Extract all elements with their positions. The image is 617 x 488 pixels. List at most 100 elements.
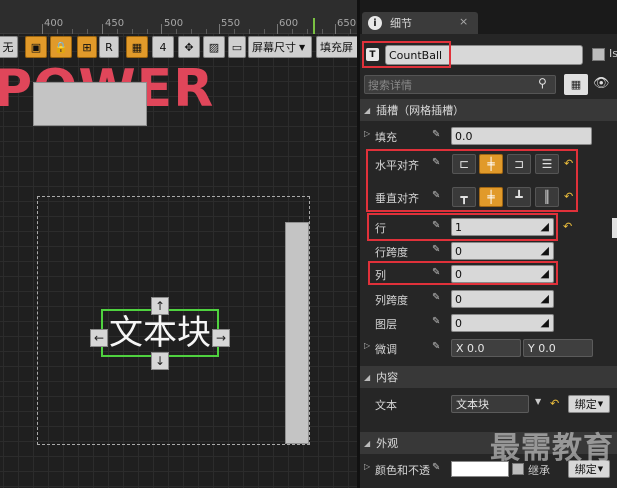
column-input[interactable]: 0 ◢ <box>451 265 554 283</box>
padding-value: 0.0 <box>455 129 473 143</box>
column-span-label: 列跨度 <box>375 294 408 307</box>
reset-to-default-icon[interactable]: ↶ <box>550 397 559 410</box>
nudge-x-input[interactable]: X 0.0 <box>451 339 521 357</box>
vertical-alignment-row: 垂直对齐 ✎ ┳ ╪ ┻ ║ ↶ <box>360 185 617 209</box>
fill-screen-label: 填充屏 <box>320 41 353 54</box>
padding-input[interactable]: 0.0 <box>451 127 592 145</box>
layer-input[interactable]: 0 ◢ <box>451 314 554 332</box>
bind-label: 绑定 <box>574 398 597 411</box>
text-label: 文本 <box>375 399 397 412</box>
property-binding-icon[interactable]: ✎ <box>432 129 440 140</box>
gray-button-widget[interactable] <box>33 82 147 126</box>
lock-icon[interactable]: 🔒 <box>50 36 72 58</box>
r-button[interactable]: R <box>99 36 119 58</box>
ruler-tick-label: 600 <box>279 18 299 29</box>
property-binding-icon[interactable]: ✎ <box>432 267 440 278</box>
is-variable-checkbox[interactable] <box>592 48 605 61</box>
property-binding-icon[interactable]: ✎ <box>432 341 440 352</box>
collapse-triangle-icon: ◢ <box>364 372 371 382</box>
designer-viewport[interactable]: 400 450 500 550 600 650 无 ▣ 🔒 ⊞ R ▦ 4 ✥ … <box>0 0 357 488</box>
ruler-tick-label: 450 <box>105 18 125 29</box>
row-input[interactable]: 1 ◢ <box>451 218 554 236</box>
align-fill-horizontal-icon[interactable]: ☰ <box>535 154 559 174</box>
row-span-input[interactable]: 0 ◢ <box>451 242 554 260</box>
spin-handle-icon[interactable]: ◢ <box>541 220 549 233</box>
spin-handle-icon[interactable]: ◢ <box>541 316 549 329</box>
search-icon[interactable]: ⚲ <box>538 76 547 90</box>
text-widget-icon: T <box>366 48 379 61</box>
transform-icon[interactable]: ✥ <box>178 36 200 58</box>
text-value: 文本块 <box>456 398 489 411</box>
arrow-up-icon[interactable]: ↑ <box>151 297 169 315</box>
arrow-down-icon[interactable]: ↓ <box>151 352 169 370</box>
property-binding-icon[interactable]: ✎ <box>432 292 440 303</box>
screen-icon[interactable]: ▭ <box>228 36 246 58</box>
text-input[interactable]: 文本块 <box>451 395 529 413</box>
spin-handle-icon[interactable]: ◢ <box>541 267 549 280</box>
align-fill-vertical-icon[interactable]: ║ <box>535 187 559 207</box>
reset-to-default-icon[interactable]: ↶ <box>563 220 572 233</box>
nudge-label: 微调 <box>375 343 397 356</box>
expand-triangle-icon[interactable]: ▷ <box>364 462 370 471</box>
image-icon[interactable]: ▨ <box>203 36 225 58</box>
property-binding-icon[interactable]: ✎ <box>432 316 440 327</box>
snap-value-label: 4 <box>159 40 167 54</box>
nudge-row: ▷ 微调 ✎ X 0.0 Y 0.0 <box>360 336 617 360</box>
property-binding-icon[interactable]: ✎ <box>432 244 440 255</box>
content-category-label: 内容 <box>376 371 399 384</box>
property-matrix-icon[interactable]: ▦ <box>564 74 588 95</box>
align-right-icon[interactable]: ⊐ <box>507 154 531 174</box>
chevron-down-icon[interactable]: ▼ <box>535 397 541 406</box>
search-details-input[interactable]: 搜索详情 <box>364 75 556 94</box>
align-center-horizontal-icon[interactable]: ╪ <box>479 154 503 174</box>
reset-to-default-icon[interactable]: ↶ <box>564 157 573 170</box>
row-row: 行 ✎ 1 ◢ ↶ <box>360 215 617 239</box>
nudge-y-input[interactable]: Y 0.0 <box>523 339 593 357</box>
screen-size-dropdown[interactable]: 屏幕尺寸 ▼ <box>248 36 312 58</box>
column-span-input[interactable]: 0 ◢ <box>451 290 554 308</box>
is-variable-label: Is <box>609 47 617 60</box>
fill-screen-dropdown[interactable]: 填充屏 <box>316 36 357 58</box>
align-bottom-icon[interactable]: ┻ <box>507 187 531 207</box>
align-top-icon[interactable]: ┳ <box>452 187 476 207</box>
content-category-header[interactable]: ◢ 内容 <box>360 366 617 388</box>
property-binding-icon[interactable]: ✎ <box>432 462 440 473</box>
column-span-row: 列跨度 ✎ 0 ◢ <box>360 287 617 311</box>
expand-triangle-icon[interactable]: ▷ <box>364 341 370 350</box>
vertical-bar-widget[interactable] <box>285 222 309 444</box>
arrow-right-icon[interactable]: → <box>212 329 230 347</box>
eye-icon[interactable]: 👁 <box>593 76 610 91</box>
visibility-toggle-icon[interactable]: ⊞ <box>77 36 97 58</box>
widget-name-input[interactable]: CountBall <box>385 45 583 65</box>
row-span-row: 行跨度 ✎ 0 ◢ <box>360 239 617 263</box>
slot-category-header[interactable]: ◢ 插槽（网格插槽） <box>360 99 617 121</box>
property-binding-icon[interactable]: ✎ <box>432 190 440 201</box>
layer-row: 图层 ✎ 0 ◢ <box>360 311 617 335</box>
grid-snap-value[interactable]: 4 <box>152 36 174 58</box>
selected-text-block[interactable]: 文本块 <box>101 309 219 357</box>
property-binding-icon[interactable]: ✎ <box>432 157 440 168</box>
reset-to-default-icon[interactable]: ↶ <box>564 190 573 203</box>
close-icon[interactable]: × <box>459 15 468 28</box>
frame-toggle-icon[interactable]: ▣ <box>25 36 47 58</box>
ruler-tick-label: 550 <box>221 18 241 29</box>
collapse-triangle-icon: ◢ <box>364 438 371 448</box>
none-button[interactable]: 无 <box>0 36 18 58</box>
align-center-vertical-icon[interactable]: ╪ <box>479 187 503 207</box>
spin-handle-icon[interactable]: ◢ <box>541 292 549 305</box>
watermark-text: 最需教育 <box>490 431 614 466</box>
arrow-left-icon[interactable]: ← <box>90 329 108 347</box>
spin-handle-icon[interactable]: ◢ <box>541 244 549 257</box>
panel-scrollbar[interactable] <box>612 218 617 238</box>
expand-triangle-icon[interactable]: ▷ <box>364 129 370 138</box>
screen-size-label: 屏幕尺寸 <box>252 41 296 54</box>
text-row: 文本 文本块 ▼ ↶ 绑定 ▼ <box>360 392 617 416</box>
horizontal-alignment-row: 水平对齐 ✎ ⊏ ╪ ⊐ ☰ ↶ <box>360 152 617 176</box>
none-label: 无 <box>2 41 14 54</box>
property-binding-icon[interactable]: ✎ <box>432 220 440 231</box>
grid-snap-icon[interactable]: ▦ <box>126 36 148 58</box>
align-left-icon[interactable]: ⊏ <box>452 154 476 174</box>
tab-details-label: 细节 <box>390 17 412 30</box>
tab-details[interactable]: i 细节 × <box>362 12 478 34</box>
text-bind-button[interactable]: 绑定 ▼ <box>568 395 610 413</box>
